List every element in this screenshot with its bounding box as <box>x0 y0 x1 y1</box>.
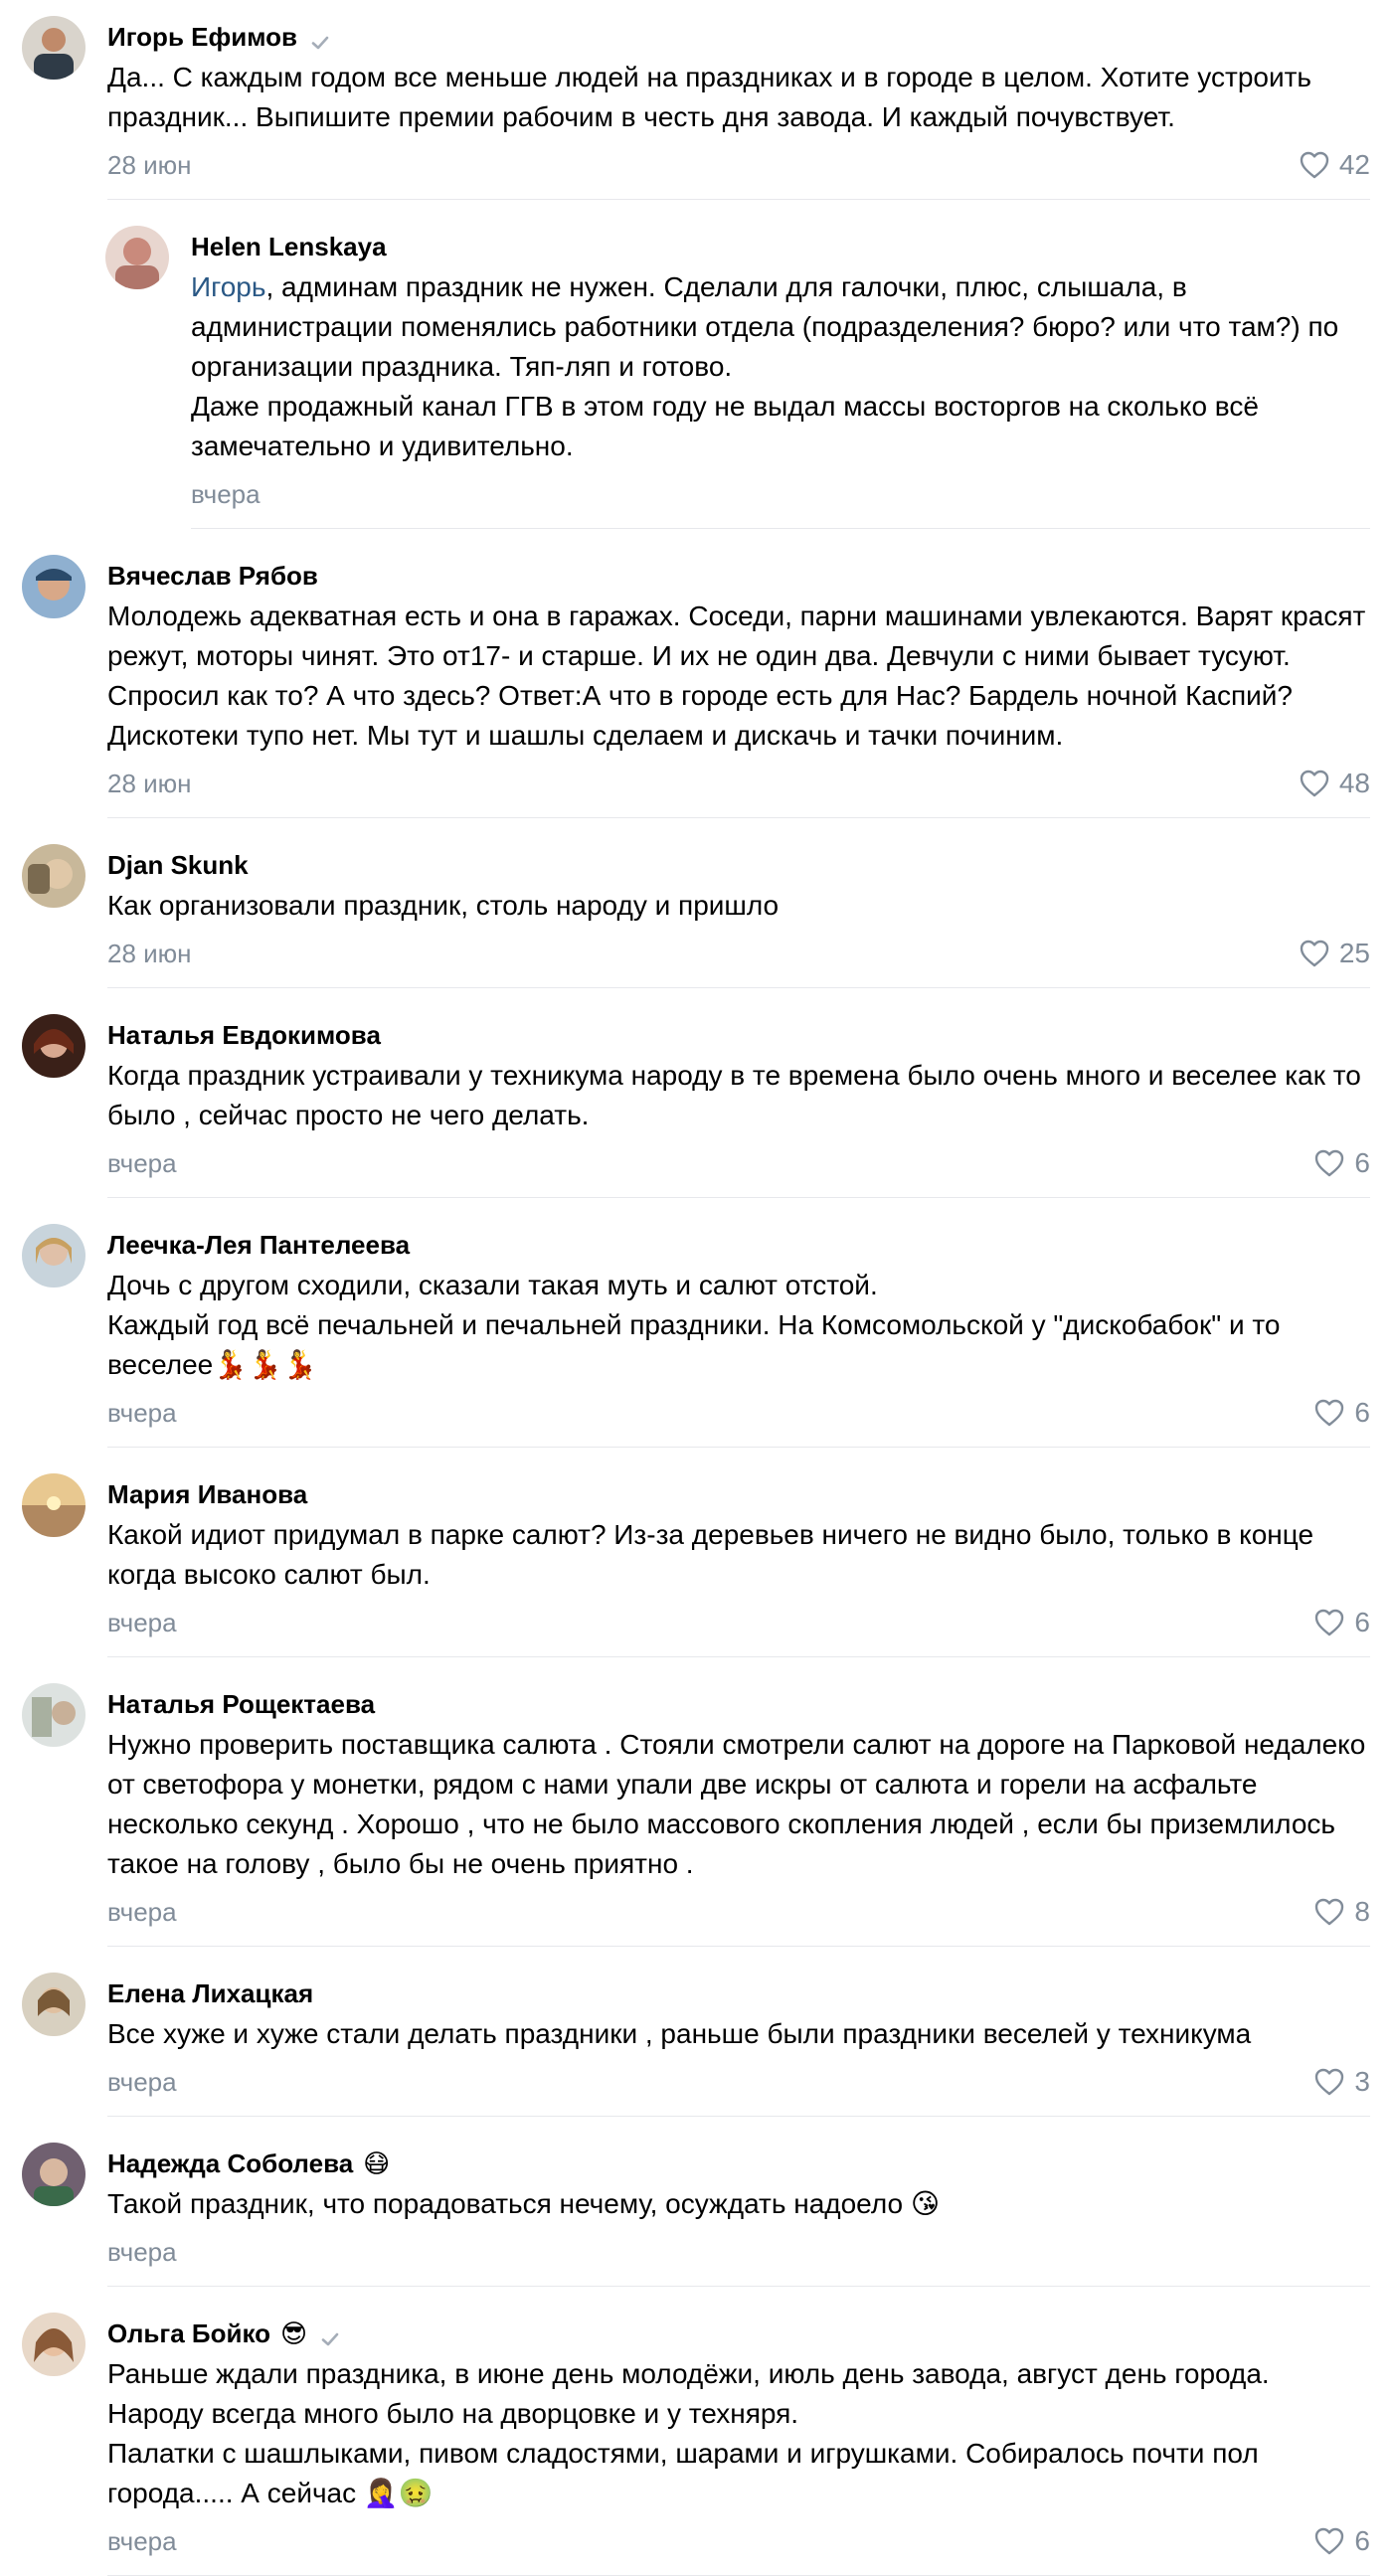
author-name[interactable]: Наталья Евдокимова <box>107 1016 381 1054</box>
author-name[interactable]: Наталья Рощектаева <box>107 1685 375 1723</box>
comment: Наталья Евдокимова Когда праздник устраи… <box>0 1012 1392 1198</box>
author-name[interactable]: Мария Иванова <box>107 1475 307 1513</box>
like-button[interactable]: 3 <box>1314 2066 1370 2098</box>
comment: Мария Иванова Какой идиот придумал в пар… <box>0 1471 1392 1657</box>
comment: Леечка-Лея Пантелеева Дочь с другом сход… <box>0 1222 1392 1448</box>
comments-feed: Игорь Ефимов Да... С каждым годом все ме… <box>0 0 1392 2576</box>
heart-icon <box>1300 770 1329 797</box>
like-count: 8 <box>1354 1896 1370 1927</box>
avatar[interactable] <box>22 1473 86 1537</box>
like-count: 3 <box>1354 2066 1370 2097</box>
avatar[interactable] <box>22 1224 86 1288</box>
comment-text: Все хуже и хуже стали делать праздники ,… <box>107 2018 1252 2049</box>
comment: Елена Лихацкая Все хуже и хуже стали дел… <box>0 1971 1392 2117</box>
avatar[interactable] <box>105 226 169 289</box>
avatar[interactable] <box>22 1014 86 1078</box>
comment-text: Да... С каждым годом все меньше людей на… <box>107 62 1319 132</box>
comment-text-body: , админам праздник не нужен. Сделали для… <box>191 271 1339 461</box>
like-count: 6 <box>1354 1397 1370 1428</box>
comment-date[interactable]: вчера <box>107 1148 177 1179</box>
comment-date[interactable]: вчера <box>107 1608 177 1638</box>
comment-date[interactable]: вчера <box>191 479 261 510</box>
like-button[interactable]: 8 <box>1314 1896 1370 1928</box>
avatar[interactable] <box>22 555 86 618</box>
verified-icon <box>319 2322 341 2346</box>
author-name[interactable]: Djan Skunk <box>107 846 249 884</box>
comment: Наталья Рощектаева Нужно проверить поста… <box>0 1681 1392 1947</box>
author-emoji: 😎 <box>280 2318 308 2348</box>
like-count: 25 <box>1338 938 1370 968</box>
like-count: 6 <box>1354 2525 1370 2556</box>
like-count: 42 <box>1338 149 1370 180</box>
like-button[interactable]: 6 <box>1314 1607 1370 1638</box>
comment-date[interactable]: 28 июн <box>107 150 192 181</box>
like-count: 6 <box>1354 1147 1370 1178</box>
comment-date[interactable]: 28 июн <box>107 769 192 799</box>
comment-text: Такой праздник, что порадоваться нечему,… <box>107 2188 941 2219</box>
heart-icon <box>1315 1149 1344 1177</box>
heart-icon <box>1315 1399 1344 1427</box>
reply-comment: Helen Lenskaya Игорь, админам праздник н… <box>0 224 1392 529</box>
like-count: 48 <box>1338 768 1370 798</box>
author-emoji: 😷 <box>363 2148 391 2178</box>
like-button[interactable]: 48 <box>1300 768 1370 799</box>
comment-text: Игорь, админам праздник не нужен. Сделал… <box>191 267 1370 466</box>
heart-icon <box>1300 151 1329 179</box>
avatar[interactable] <box>22 1683 86 1747</box>
comment: Djan Skunk Как организовали праздник, ст… <box>0 842 1392 988</box>
like-button[interactable]: 6 <box>1314 1397 1370 1429</box>
comment: Надежда Соболева 😷 Такой праздник, что п… <box>0 2141 1392 2287</box>
like-button[interactable]: 6 <box>1314 1147 1370 1179</box>
avatar[interactable] <box>22 2313 86 2376</box>
heart-icon <box>1315 2068 1344 2096</box>
comment: Вячеслав Рябов Молодежь адекватная есть … <box>0 553 1392 818</box>
avatar[interactable] <box>22 844 86 908</box>
comment-text: Как организовали праздник, столь народу … <box>107 890 780 921</box>
avatar[interactable] <box>22 1973 86 2036</box>
like-button[interactable]: 6 <box>1314 2525 1370 2557</box>
comment-date[interactable]: вчера <box>107 2237 177 2268</box>
comment-text: Какой идиот придумал в парке салют? Из-з… <box>107 1519 1321 1590</box>
author-name[interactable]: Ольга Бойко <box>107 2315 270 2352</box>
heart-icon <box>1300 940 1329 967</box>
author-name[interactable]: Helen Lenskaya <box>191 228 387 265</box>
like-button[interactable]: 42 <box>1300 149 1370 181</box>
author-name[interactable]: Елена Лихацкая <box>107 1975 313 2012</box>
like-button[interactable]: 25 <box>1300 938 1370 969</box>
comment-text: Раньше ждали праздника, в июне день моло… <box>107 2358 1270 2508</box>
author-name[interactable]: Игорь Ефимов <box>107 18 297 56</box>
comment: Игорь Ефимов Да... С каждым годом все ме… <box>0 14 1392 200</box>
heart-icon <box>1315 1898 1344 1926</box>
comment-text: Молодежь адекватная есть и она в гаражах… <box>107 601 1374 751</box>
comment: Ольга Бойко 😎 Раньше ждали праздника, в … <box>0 2311 1392 2576</box>
heart-icon <box>1315 2527 1344 2555</box>
author-name[interactable]: Леечка-Лея Пантелеева <box>107 1226 410 1264</box>
comment-date[interactable]: вчера <box>107 2526 177 2557</box>
comment-date[interactable]: 28 июн <box>107 939 192 969</box>
comment-text: Дочь с другом сходили, сказали такая мут… <box>107 1270 1281 1380</box>
avatar[interactable] <box>22 16 86 80</box>
comment-date[interactable]: вчера <box>107 2067 177 2098</box>
comment-text: Когда праздник устраивали у техникума на… <box>107 1060 1369 1130</box>
comment-text: Нужно проверить поставщика салюта . Стоя… <box>107 1729 1374 1879</box>
mention-link[interactable]: Игорь <box>191 271 265 302</box>
avatar[interactable] <box>22 2143 86 2206</box>
comment-date[interactable]: вчера <box>107 1398 177 1429</box>
comment-date[interactable]: вчера <box>107 1897 177 1928</box>
verified-icon <box>309 26 331 50</box>
heart-icon <box>1315 1609 1344 1636</box>
like-count: 6 <box>1354 1607 1370 1637</box>
author-name[interactable]: Надежда Соболева <box>107 2145 353 2182</box>
author-name[interactable]: Вячеслав Рябов <box>107 557 318 595</box>
